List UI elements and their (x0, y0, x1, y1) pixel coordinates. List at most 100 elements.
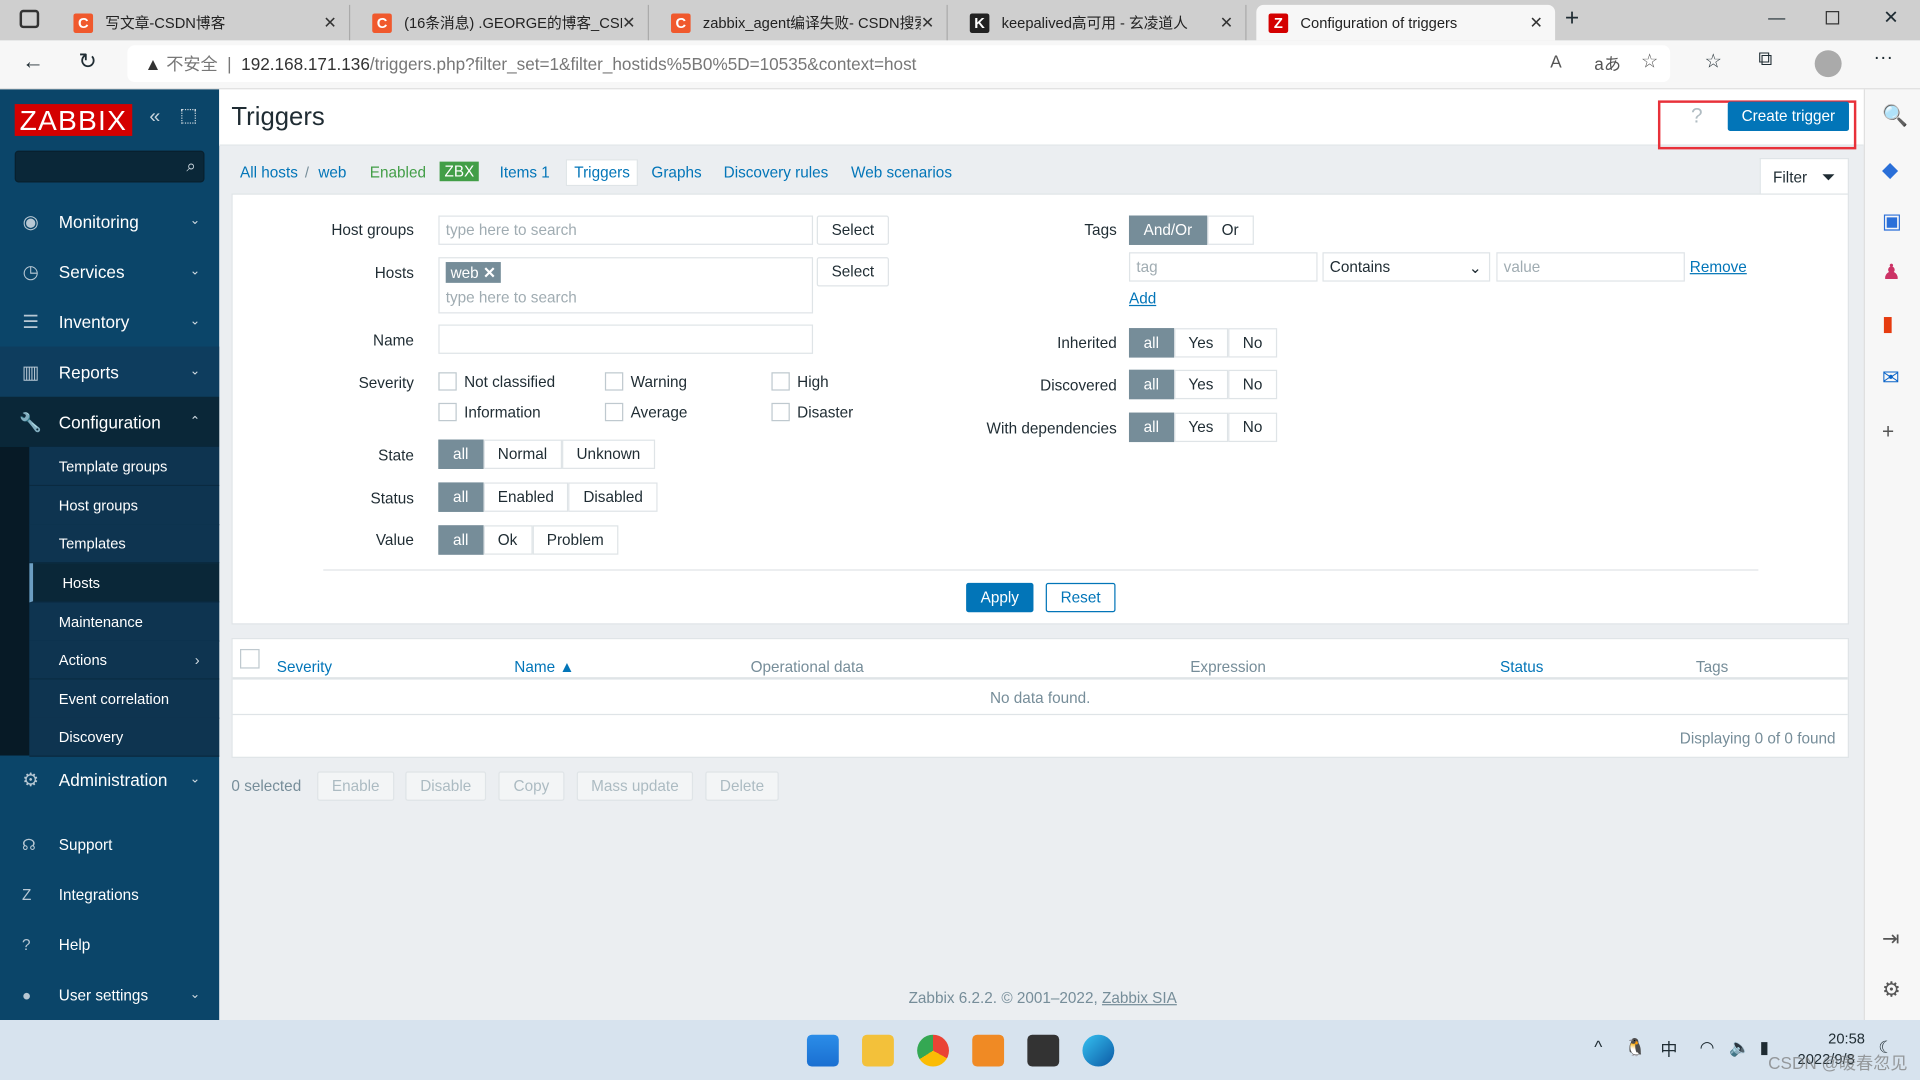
option-all[interactable]: all (1128, 412, 1174, 443)
add-icon[interactable]: + (1882, 420, 1894, 444)
close-icon[interactable]: ✕ (921, 13, 934, 33)
option-no[interactable]: No (1228, 328, 1278, 358)
remove-chip-icon[interactable]: ✕ (483, 264, 496, 281)
new-tab-icon[interactable]: + (1565, 5, 1579, 33)
url-input[interactable]: ▲ 不安全 | 192.168.171.136/triggers.php?fil… (127, 45, 1671, 83)
state-unknown[interactable]: Unknown (561, 439, 656, 469)
tag-value-input[interactable]: value (1496, 252, 1685, 282)
severity-average-checkbox[interactable]: Average (604, 402, 687, 422)
items-link[interactable]: Items 1 (500, 164, 550, 181)
discovered-toggle[interactable]: all Yes No (1128, 369, 1278, 400)
menu-inventory[interactable]: ☰ Inventory ⌄ (0, 296, 219, 346)
graphs-link[interactable]: Graphs (651, 164, 701, 181)
browser-tab[interactable]: C (16条消息) .GEORGE的博客_CSDN ✕ (360, 4, 649, 41)
close-icon[interactable]: ✕ (622, 13, 635, 33)
search-icon[interactable]: 🔍 (1882, 104, 1908, 128)
back-icon[interactable]: ← (22, 49, 44, 75)
submenu-template-groups[interactable]: Template groups (29, 446, 220, 487)
submenu-discovery[interactable]: Discovery (29, 717, 220, 757)
tag-icon[interactable]: ◆ (1882, 158, 1898, 182)
enable-button[interactable]: Enable (317, 771, 395, 801)
close-icon[interactable]: ✕ (1530, 13, 1543, 33)
settings-icon[interactable]: ⚙ (1882, 978, 1901, 1002)
all-hosts-link[interactable]: All hosts (240, 164, 298, 181)
disable-button[interactable]: Disable (405, 771, 487, 801)
create-trigger-button[interactable]: Create trigger (1727, 101, 1849, 132)
menu-help[interactable]: ? Help (0, 920, 219, 970)
mass-update-button[interactable]: Mass update (576, 771, 694, 801)
help-icon[interactable]: ? (1691, 104, 1703, 128)
kiosk-icon[interactable] (181, 108, 196, 124)
severity-disaster-checkbox[interactable]: Disaster (771, 402, 853, 422)
submenu-templates[interactable]: Templates (29, 524, 220, 564)
filter-tab[interactable]: Filter ⏷ (1759, 157, 1849, 195)
severity-information-checkbox[interactable]: Information (438, 402, 541, 422)
delete-button[interactable]: Delete (705, 771, 779, 801)
apply-button[interactable]: Apply (966, 582, 1034, 613)
severity-high-checkbox[interactable]: High (771, 372, 829, 391)
outlook-icon[interactable]: ✉ (1882, 366, 1899, 390)
edge-icon[interactable] (1082, 1034, 1115, 1067)
tag-input[interactable]: tag (1128, 252, 1318, 282)
menu-configuration[interactable]: 🔧 Configuration ⌃ (0, 396, 220, 447)
web-scenarios-link[interactable]: Web scenarios (851, 164, 952, 181)
menu-user-settings[interactable]: ● User settings ⌄ (0, 970, 219, 1020)
with-dependencies-toggle[interactable]: all Yes No (1128, 412, 1278, 443)
profile-avatar[interactable] (1814, 50, 1842, 78)
close-icon[interactable]: ✕ (1220, 13, 1233, 33)
zabbix-logo[interactable]: ZABBIX (14, 104, 133, 136)
reset-button[interactable]: Reset (1045, 582, 1116, 613)
menu-integrations[interactable]: Z Integrations (0, 869, 219, 919)
start-icon[interactable] (806, 1034, 839, 1067)
qq-icon[interactable]: 🐧 (1625, 1037, 1646, 1058)
option-no[interactable]: No (1228, 369, 1278, 400)
submenu-event-correlation[interactable]: Event correlation (29, 679, 220, 719)
browser-tab-active[interactable]: Z Configuration of triggers ✕ (1256, 4, 1556, 41)
minimize-icon[interactable]: — (1768, 7, 1785, 27)
add-tag-link[interactable]: Add (1129, 290, 1156, 307)
hosts-select-button[interactable]: Select (816, 257, 889, 287)
clock-time[interactable]: 20:58 (1828, 1030, 1865, 1047)
tags-or[interactable]: Or (1206, 215, 1254, 245)
state-all[interactable]: all (438, 439, 484, 469)
copy-button[interactable]: Copy (498, 771, 565, 801)
office-icon[interactable]: ▮ (1882, 312, 1893, 336)
option-all[interactable]: all (1128, 328, 1174, 358)
window-close-icon[interactable]: ✕ (1883, 6, 1898, 28)
status-toggle[interactable]: all Enabled Disabled (438, 482, 658, 512)
collapse-sidebar-icon[interactable]: « (149, 107, 160, 129)
tags-operator-toggle[interactable]: And/Or Or (1128, 215, 1254, 245)
app-icon[interactable] (972, 1034, 1005, 1067)
hide-sidebar-icon[interactable]: ⇥ (1882, 927, 1899, 951)
menu-support[interactable]: ☊ Support (0, 819, 219, 869)
value-problem[interactable]: Problem (532, 525, 619, 555)
terminal-icon[interactable] (1027, 1034, 1060, 1067)
state-toggle[interactable]: all Normal Unknown (438, 439, 656, 469)
value-all[interactable]: all (438, 525, 484, 555)
option-yes[interactable]: Yes (1173, 328, 1229, 358)
status-enabled[interactable]: Enabled (483, 482, 569, 512)
games-icon[interactable]: ♟ (1882, 261, 1901, 285)
status-disabled[interactable]: Disabled (568, 482, 658, 512)
close-icon[interactable]: ✕ (323, 13, 336, 33)
column-status[interactable]: Status (1500, 659, 1543, 676)
submenu-actions[interactable]: Actions › (29, 640, 220, 680)
tags-and-or[interactable]: And/Or (1128, 215, 1207, 245)
favorites-icon[interactable]: ☆ (1704, 49, 1722, 73)
refresh-icon[interactable]: ↻ (78, 49, 96, 75)
option-yes[interactable]: Yes (1173, 412, 1229, 443)
browser-tab[interactable]: Czabbix_agent编译失败- CSDN搜索 ✕ (659, 4, 948, 41)
tray-chevron-icon[interactable]: ^ (1594, 1037, 1602, 1057)
wifi-icon[interactable]: ◠ (1700, 1037, 1715, 1058)
host-groups-input[interactable]: type here to search (438, 215, 814, 245)
triggers-tab[interactable]: Triggers (565, 159, 639, 187)
severity-warning-checkbox[interactable]: Warning (604, 372, 687, 391)
restore-icon[interactable] (1825, 11, 1840, 25)
translate-icon[interactable]: aあ (1594, 51, 1621, 75)
select-all-checkbox[interactable] (240, 648, 260, 669)
host-link[interactable]: web (318, 164, 346, 181)
option-no[interactable]: No (1228, 412, 1278, 443)
chrome-icon[interactable] (917, 1034, 949, 1067)
file-explorer-icon[interactable] (862, 1034, 894, 1067)
more-icon[interactable]: ··· (1873, 48, 1893, 70)
